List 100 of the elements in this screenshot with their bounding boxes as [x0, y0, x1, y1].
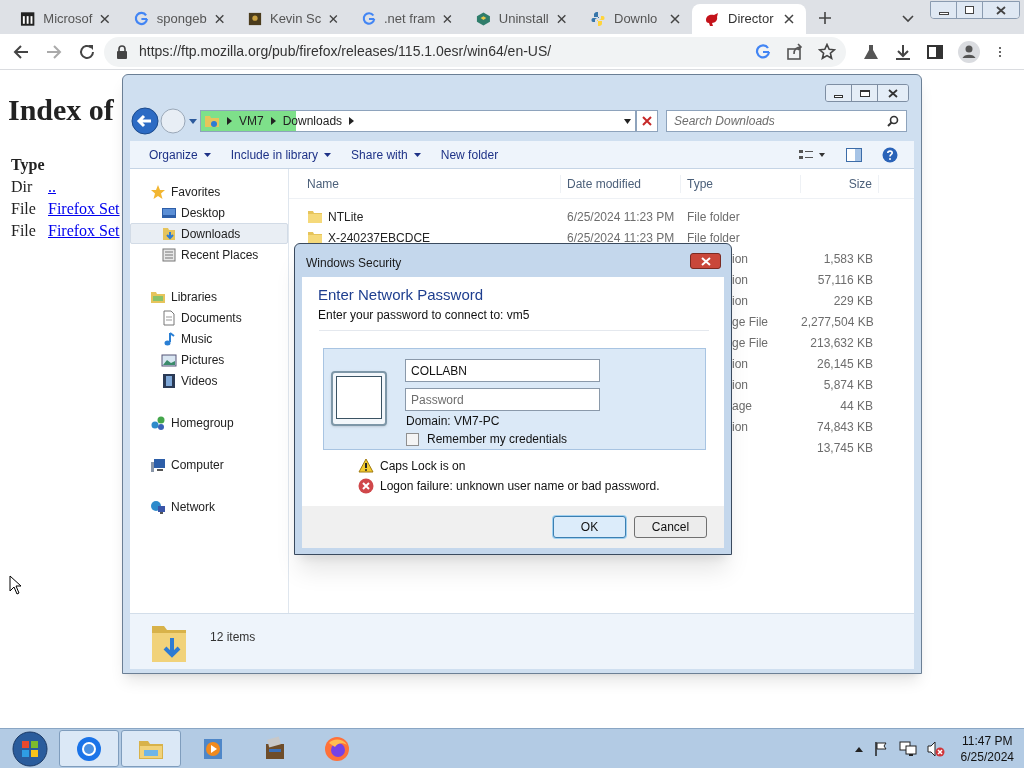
- side-panel-icon[interactable]: [926, 42, 944, 61]
- toolbar-button[interactable]: Share with: [351, 145, 421, 164]
- nav-item[interactable]: Recent Places: [130, 244, 288, 265]
- g-logo-icon[interactable]: [754, 42, 772, 61]
- toolbar-button[interactable]: Organize: [149, 145, 211, 164]
- address-bar[interactable]: https://ftp.mozilla.org/pub/firefox/releases/115.1.0esr/win64/en-US/: [104, 36, 846, 67]
- close-button[interactable]: [878, 85, 908, 101]
- nav-item[interactable]: Desktop: [130, 202, 288, 223]
- flag-icon[interactable]: [872, 740, 889, 757]
- file-name[interactable]: X-240237EBCDCE: [328, 228, 431, 247]
- dialog-button[interactable]: Cancel: [634, 516, 707, 538]
- chevron-down-icon[interactable]: [902, 15, 914, 23]
- muted-speaker-icon[interactable]: [926, 740, 945, 757]
- dialog-button[interactable]: OK: [553, 516, 626, 538]
- size-cell: 229 KB: [833, 293, 873, 308]
- error-icon: [358, 477, 374, 494]
- dropdown-arrow-icon[interactable]: [624, 119, 631, 124]
- breadcrumb-item[interactable]: VM7: [239, 112, 264, 130]
- preview-pane-icon[interactable]: [846, 147, 862, 162]
- chevron-right-icon[interactable]: [349, 117, 355, 125]
- close-button[interactable]: [983, 2, 1019, 18]
- entry-link[interactable]: ..: [48, 176, 56, 198]
- download-icon: [161, 225, 177, 242]
- back-button[interactable]: [131, 107, 159, 135]
- close-icon[interactable]: [100, 14, 110, 24]
- search-field[interactable]: Search Downloads: [666, 110, 907, 132]
- maximize-button[interactable]: [852, 85, 878, 101]
- close-icon: [888, 88, 898, 98]
- browser-tab[interactable]: Uninstall: [464, 4, 578, 34]
- entry-link[interactable]: Firefox Set: [48, 198, 120, 220]
- nav-item[interactable]: Documents: [130, 307, 288, 328]
- browser-tab[interactable]: spongeb: [122, 4, 236, 34]
- browser-tab[interactable]: Downlo: [578, 4, 692, 34]
- date-cell: 6/25/2024 11:23 PM: [567, 209, 675, 224]
- column-header[interactable]: Size: [801, 174, 879, 193]
- folder-icon: [204, 113, 220, 129]
- share-icon[interactable]: [786, 42, 804, 61]
- star-icon[interactable]: [818, 42, 836, 61]
- checkbox-label[interactable]: Remember my credentials: [427, 430, 568, 448]
- download-icon[interactable]: [894, 42, 912, 61]
- chevron-right-icon[interactable]: [227, 117, 232, 125]
- show-hidden-icons-icon[interactable]: [854, 745, 863, 752]
- remember-checkbox[interactable]: [406, 432, 419, 446]
- stop-button[interactable]: [636, 110, 658, 132]
- nav-item[interactable]: Homegroup: [130, 412, 288, 433]
- recent-icon: [161, 246, 177, 263]
- nav-item[interactable]: Computer: [130, 454, 288, 475]
- entry-link[interactable]: Firefox Set: [48, 220, 120, 242]
- reload-icon[interactable]: [78, 42, 96, 61]
- status-message: Logon failure: unknown user name or bad password.: [380, 477, 660, 495]
- browser-tab[interactable]: Microsof: [8, 4, 122, 34]
- browser-tab[interactable]: .net fram: [350, 4, 464, 34]
- help-icon[interactable]: [882, 146, 898, 163]
- browser-tab[interactable]: Director: [692, 4, 806, 34]
- flask-icon[interactable]: [862, 42, 880, 61]
- nav-item[interactable]: Network: [130, 496, 288, 517]
- column-header[interactable]: Type: [681, 174, 801, 193]
- restore-button[interactable]: [957, 2, 983, 18]
- network-icon[interactable]: [898, 740, 917, 757]
- close-icon[interactable]: [214, 14, 224, 24]
- type-cell: File folder: [687, 230, 740, 245]
- cursor-icon: [9, 575, 22, 595]
- size-cell: 5,874 KB: [823, 377, 873, 392]
- view-options-icon[interactable]: [798, 147, 826, 162]
- nav-item[interactable]: Favorites: [130, 181, 288, 202]
- start-button[interactable]: [11, 729, 49, 768]
- minimize-button[interactable]: [931, 2, 957, 18]
- nav-item[interactable]: Downloads: [130, 223, 288, 244]
- close-icon[interactable]: [784, 14, 794, 24]
- folder-icon: [307, 230, 323, 245]
- size-cell: 26,145 KB: [816, 356, 873, 371]
- clock-time[interactable]: 11:47 PM: [962, 732, 1013, 749]
- toolbar-button[interactable]: Include in library: [230, 145, 332, 164]
- nav-item[interactable]: Pictures: [130, 349, 288, 370]
- clock-date[interactable]: 6/25/2024: [960, 748, 1014, 765]
- toolbar-button[interactable]: New folder: [440, 145, 499, 164]
- chevron-right-icon[interactable]: [270, 117, 276, 125]
- close-icon[interactable]: [670, 14, 680, 24]
- minimize-button[interactable]: [826, 85, 852, 101]
- column-header[interactable]: Name: [289, 174, 561, 193]
- password-field[interactable]: Password: [405, 388, 600, 411]
- taskbar-app-button[interactable]: [59, 730, 119, 767]
- close-icon[interactable]: [443, 14, 452, 24]
- browser-tab[interactable]: Kevin Sc: [236, 4, 350, 34]
- nav-item[interactable]: Music: [130, 328, 288, 349]
- username-field[interactable]: COLLABN: [405, 359, 600, 382]
- column-header[interactable]: Date modified: [561, 174, 681, 193]
- close-button[interactable]: [690, 253, 721, 269]
- entry-type: Dir: [11, 177, 34, 197]
- close-icon[interactable]: [329, 14, 338, 24]
- nav-item[interactable]: Libraries: [130, 286, 288, 307]
- pictures-icon: [161, 351, 177, 368]
- type-cell: ge File: [732, 335, 769, 350]
- profile-icon[interactable]: [958, 40, 980, 63]
- close-icon[interactable]: [556, 14, 566, 24]
- back-icon[interactable]: [12, 42, 30, 61]
- new-tab-icon[interactable]: [818, 11, 832, 25]
- nav-item[interactable]: Videos: [130, 370, 288, 391]
- file-name[interactable]: NTLite: [328, 207, 364, 226]
- g-logo-icon: [134, 11, 149, 27]
